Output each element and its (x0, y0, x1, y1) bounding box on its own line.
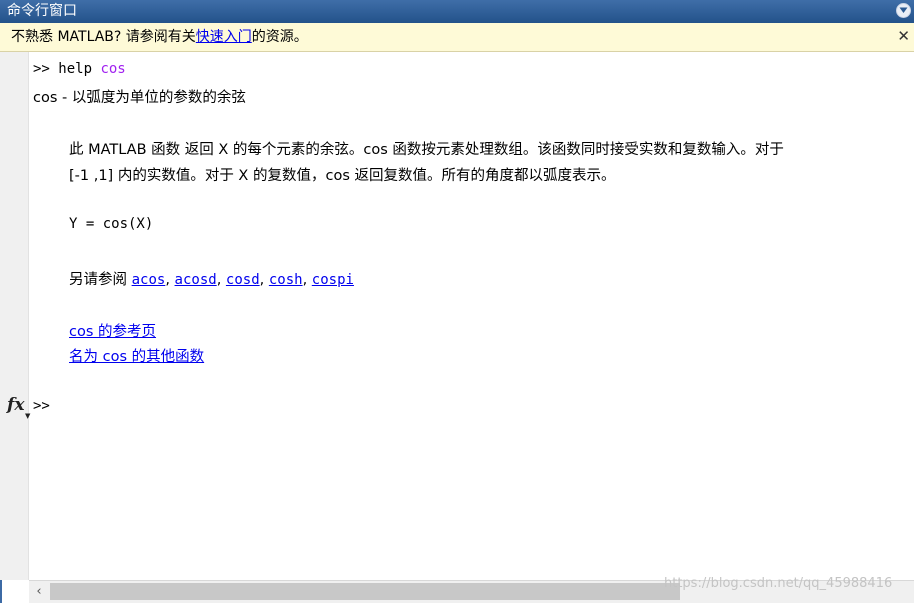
command-gutter (0, 52, 29, 580)
command-argument: cos (100, 61, 126, 77)
caret-down-icon: ▼ (25, 411, 31, 420)
fx-icon: fx (7, 395, 25, 415)
command-line: >> help cos (33, 61, 126, 77)
reference-page-line: cos 的参考页 (69, 320, 156, 341)
reference-page-link[interactable]: cos 的参考页 (69, 324, 156, 340)
see-also-label: 另请参阅 (69, 272, 132, 288)
separator: , (302, 272, 312, 288)
other-functions-line: 名为 cos 的其他函数 (69, 345, 204, 366)
see-also-link-cospi[interactable]: cospi (312, 272, 354, 288)
syntax-line: Y = cos(X) (69, 216, 154, 232)
notice-text-before: 不熟悉 MATLAB? 请参阅有关 (11, 29, 196, 45)
separator: , (216, 272, 226, 288)
command-keyword: help (58, 61, 93, 77)
see-also-link-cosh[interactable]: cosh (269, 272, 303, 288)
separator: , (165, 272, 175, 288)
other-functions-link[interactable]: 名为 cos 的其他函数 (69, 349, 204, 365)
function-browser-button[interactable]: fx ▼ (7, 395, 31, 420)
see-also-link-acosd[interactable]: acosd (175, 272, 217, 288)
getting-started-notice: 不熟悉 MATLAB? 请参阅有关快速入门的资源。 ✕ (0, 23, 914, 52)
see-also-link-acos[interactable]: acos (132, 272, 166, 288)
window-title: 命令行窗口 (7, 3, 77, 19)
chevron-down-icon (899, 7, 908, 13)
getting-started-link[interactable]: 快速入门 (196, 29, 252, 45)
window-titlebar: 命令行窗口 (0, 0, 914, 23)
scroll-left-icon[interactable]: ‹ (29, 581, 49, 603)
scroll-thumb[interactable] (50, 583, 680, 600)
description-line-2: [-1 ,1] 内的实数值。对于 X 的复数值，cos 返回复数值。所有的角度都… (69, 168, 616, 184)
description-line-1: 此 MATLAB 函数 返回 X 的每个元素的余弦。cos 函数按元素处理数组。… (69, 142, 784, 158)
separator: , (259, 272, 269, 288)
command-window-output[interactable]: >> help cos cos - 以弧度为单位的参数的余弦 此 MATLAB … (33, 52, 914, 580)
watermark-text: https://blog.csdn.net/qq_45988416 (664, 576, 893, 591)
see-also-link-cosd[interactable]: cosd (226, 272, 260, 288)
window-menu-button[interactable] (896, 3, 911, 18)
help-heading: cos - 以弧度为单位的参数的余弦 (33, 90, 246, 106)
see-also-line: 另请参阅 acos, acosd, cosd, cosh, cospi (69, 268, 354, 289)
close-icon[interactable]: ✕ (897, 23, 910, 50)
prompt: >> (33, 61, 50, 77)
current-prompt[interactable]: >> (33, 398, 50, 414)
notice-text-after: 的资源。 (251, 29, 308, 45)
